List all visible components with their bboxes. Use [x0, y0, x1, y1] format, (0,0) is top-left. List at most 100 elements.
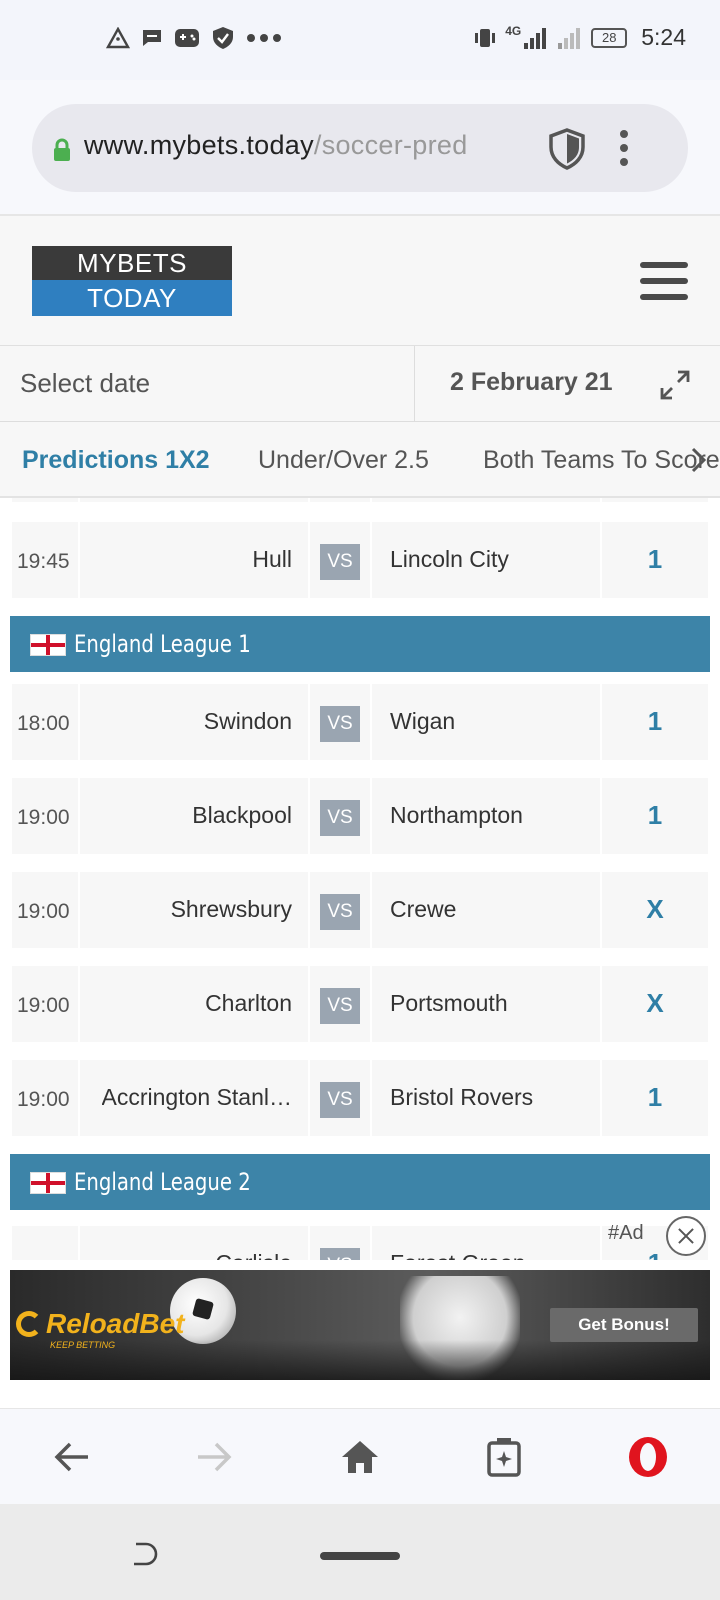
logo-bottom: TODAY [32, 280, 232, 316]
home-team: Shrewsbury [170, 896, 292, 922]
forward-arrow-icon[interactable] [190, 1433, 238, 1481]
league-header[interactable]: England League 2 [10, 1154, 710, 1210]
divider [414, 346, 415, 422]
match-time: 19:00 [17, 994, 70, 1017]
tab-predictions-1x2[interactable]: Predictions 1X2 [22, 446, 210, 475]
home-team: Accrington Stanl… [101, 1084, 292, 1110]
chevron-right-icon[interactable] [690, 446, 708, 474]
ad-tagline: KEEP BETTING [50, 1340, 116, 1350]
match-time: 18:00 [17, 712, 70, 735]
table-row[interactable]: 19:00 Blackpool VS Northampton 1 [12, 778, 708, 854]
status-left-icons [106, 26, 282, 50]
vibrate-icon [475, 28, 496, 47]
ad-brand: ReloadBet [46, 1308, 185, 1339]
date-selector: Select date 2 February 21 [0, 346, 720, 422]
signal-icon [524, 27, 547, 49]
england-flag-icon [30, 634, 66, 656]
url-text[interactable]: www.mybets.today/soccer-pred [84, 130, 562, 161]
expand-icon[interactable] [660, 370, 690, 400]
selected-date[interactable]: 2 February 21 [450, 368, 613, 397]
browser-bottom-nav [0, 1408, 720, 1504]
vs-badge: VS [320, 800, 360, 836]
ad-brand-logo: ReloadBet [16, 1308, 184, 1340]
prediction-tabs: Predictions 1X2 Under/Over 2.5 Both Team… [0, 422, 720, 498]
back-arrow-icon[interactable] [48, 1433, 96, 1481]
away-team: Forest Green [390, 1250, 526, 1260]
browser-menu-button[interactable] [618, 130, 630, 166]
prediction-tip: 1 [647, 706, 663, 736]
tab-under-over[interactable]: Under/Over 2.5 [258, 446, 429, 475]
match-time: 19:00 [17, 1088, 70, 1111]
home-icon[interactable] [336, 1433, 384, 1481]
vs-badge: VS [320, 1248, 360, 1260]
away-team: Crewe [390, 896, 457, 922]
vs-badge: VS [320, 1082, 360, 1118]
system-gesture-bar [0, 1504, 720, 1600]
vs-badge: VS [320, 544, 360, 580]
ad-label: #Ad [608, 1222, 644, 1244]
prediction-tip: X [646, 988, 664, 1018]
prediction-tip: 1 [647, 800, 663, 830]
table-row[interactable]: 18:00 Swindon VS Wigan 1 [12, 684, 708, 760]
table-row[interactable]: 19:00 Shrewsbury VS Crewe X [12, 872, 708, 948]
table-row[interactable]: Carlisle VS Forest Green 1 [12, 1226, 708, 1260]
away-team: Bristol Rovers [390, 1084, 534, 1110]
address-bar[interactable]: www.mybets.today/soccer-pred [32, 104, 688, 192]
home-team: Hull [252, 546, 292, 572]
table-row[interactable]: 19:00 Charlton VS Portsmouth X [12, 966, 708, 1042]
status-bar: 4G 28 5:24 [0, 0, 720, 80]
hamburger-menu-icon[interactable] [640, 262, 688, 300]
league-name: England League 2 [74, 1168, 251, 1196]
table-row[interactable]: 19:45 Hull VS Lincoln City 1 [12, 522, 708, 598]
home-team: Swindon [203, 708, 292, 734]
more-dots-icon [247, 34, 281, 42]
browser-toolbar: www.mybets.today/soccer-pred [0, 80, 720, 216]
england-flag-icon [30, 1172, 66, 1194]
home-team: Charlton [205, 990, 292, 1016]
logo-top: MYBETS [32, 246, 232, 280]
match-time: 19:45 [17, 550, 70, 573]
opera-logo-icon[interactable] [624, 1433, 672, 1481]
shield-check-icon [213, 27, 233, 49]
url-domain: www.mybets.today [84, 130, 314, 160]
signal-weak-icon [558, 27, 581, 49]
prediction-tip: X [646, 894, 664, 924]
away-team: Portsmouth [390, 990, 508, 1016]
lock-icon [54, 138, 70, 161]
battery-icon: 28 [591, 27, 628, 48]
prediction-tip: 1 [647, 544, 663, 574]
league-header[interactable]: England League 1 [10, 616, 710, 672]
alert-icon [106, 27, 130, 49]
away-team: Northampton [390, 802, 523, 828]
ad-banner[interactable]: ReloadBet KEEP BETTING Get Bonus! [10, 1270, 710, 1380]
prediction-tip: 1 [647, 1082, 663, 1112]
ad-close-icon[interactable] [666, 1216, 706, 1256]
system-back-icon[interactable] [130, 1540, 160, 1570]
home-gesture-handle[interactable] [320, 1552, 400, 1560]
site-logo[interactable]: MYBETS TODAY [32, 246, 232, 316]
select-date-label[interactable]: Select date [20, 368, 150, 399]
url-path: /soccer-pred [313, 130, 468, 160]
match-time: 19:00 [17, 900, 70, 923]
vs-badge: VS [320, 988, 360, 1024]
site-header: MYBETS TODAY [0, 216, 720, 346]
tabs-icon[interactable] [480, 1433, 528, 1481]
privacy-shield-icon[interactable] [548, 128, 586, 170]
away-team: Wigan [390, 708, 456, 734]
away-team: Lincoln City [390, 546, 509, 572]
message-icon [143, 30, 161, 46]
table-row[interactable]: 19:00 Accrington Stanl… VS Bristol Rover… [12, 1060, 708, 1136]
gamepad-icon [175, 29, 199, 47]
league-name: England League 1 [74, 630, 251, 658]
home-team: Blackpool [192, 802, 292, 828]
network-label: 4G [505, 24, 522, 38]
match-time: 19:00 [17, 806, 70, 829]
status-right: 4G 28 5:24 [473, 24, 686, 51]
tab-both-teams-to-score[interactable]: Both Teams To Score [483, 446, 720, 475]
home-team: Carlisle [215, 1250, 292, 1260]
battery-level: 28 [602, 30, 617, 45]
status-time: 5:24 [641, 24, 686, 50]
get-bonus-button[interactable]: Get Bonus! [550, 1308, 698, 1342]
vs-badge: VS [320, 894, 360, 930]
table-row [12, 498, 708, 502]
